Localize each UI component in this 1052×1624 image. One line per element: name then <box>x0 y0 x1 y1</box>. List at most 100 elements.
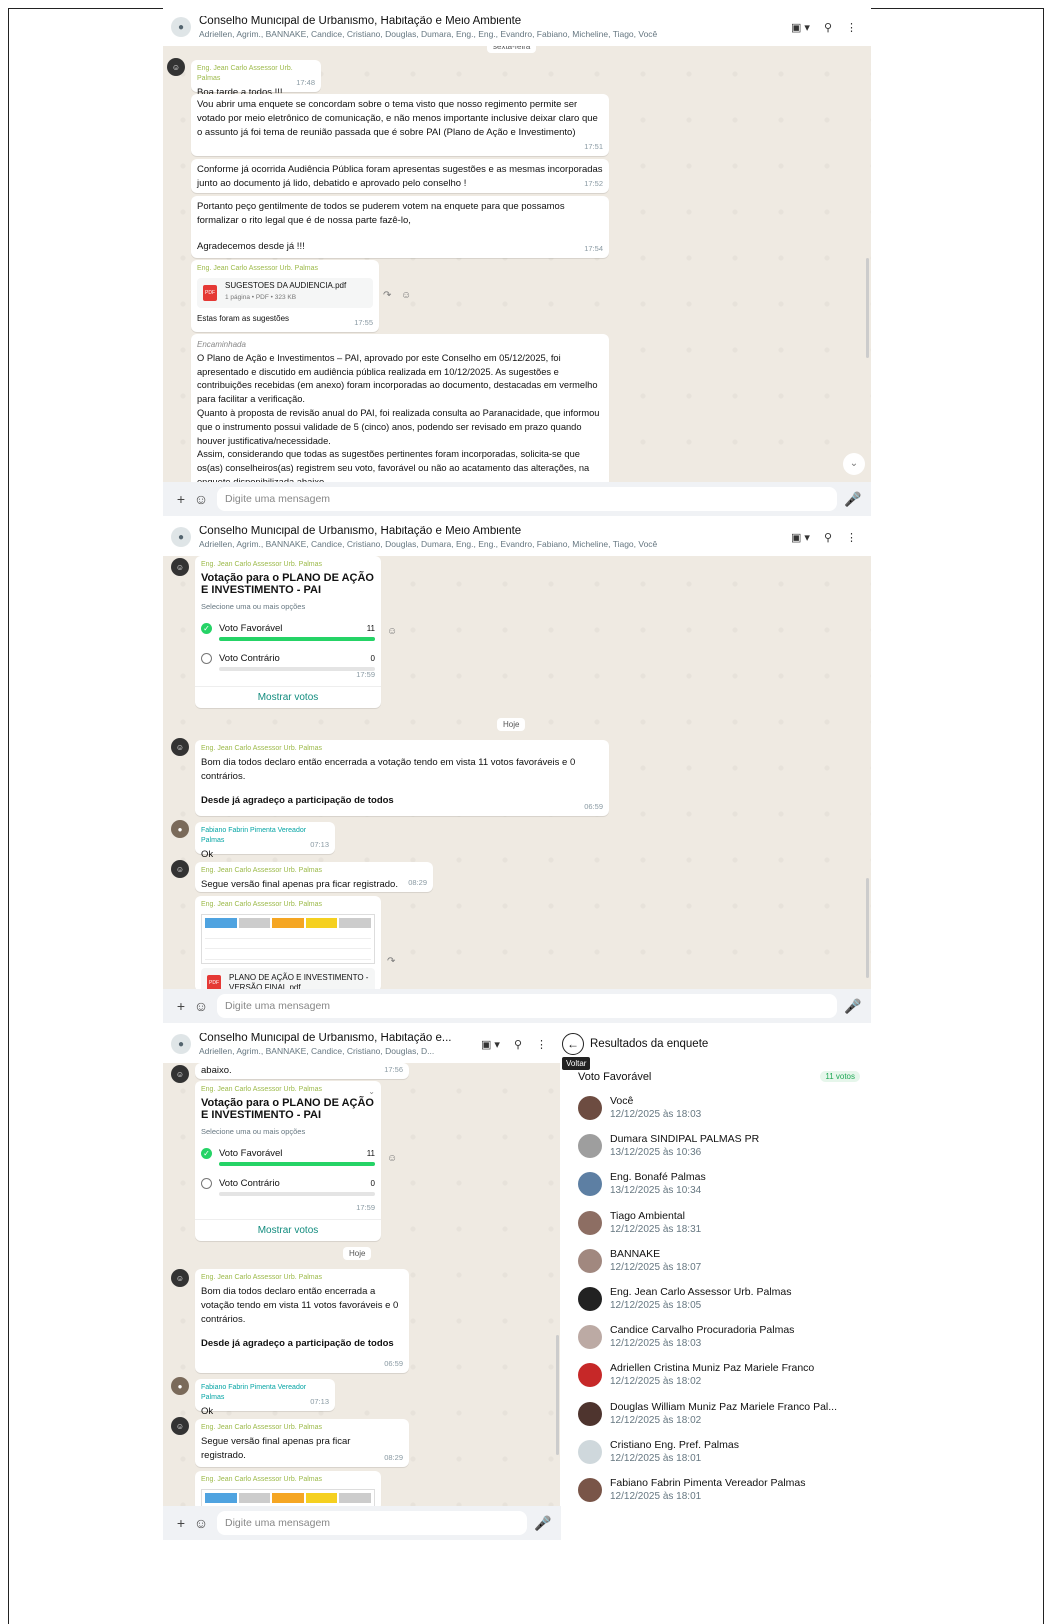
sender-avatar[interactable]: ☺ <box>171 860 189 878</box>
sender-name[interactable]: Eng. Jean Carlo Assessor Urb. Palmas <box>201 1273 403 1283</box>
sender-name[interactable]: Eng. Jean Carlo Assessor Urb. Palmas <box>197 264 373 274</box>
message-bubble[interactable]: Fabiano Fabrin Pimenta Vereador Palmas O… <box>195 822 335 860</box>
document-message[interactable]: Eng. Jean Carlo Assessor Urb. Palmas <box>195 1471 381 1511</box>
search-icon[interactable]: ⚲ <box>514 1038 522 1051</box>
poll-message[interactable]: Eng. Jean Carlo Assessor Urb. Palmas Vot… <box>195 556 381 708</box>
sender-avatar[interactable]: ● <box>171 820 189 838</box>
radio-icon[interactable] <box>201 1178 212 1189</box>
voter-row[interactable]: Fabiano Fabrin Pimenta Vereador Palmas 12… <box>578 1473 806 1507</box>
show-votes-button[interactable]: Mostrar votos <box>195 1219 381 1241</box>
emoji-icon[interactable]: ☺ <box>191 998 211 1014</box>
message-bubble[interactable]: Encaminhada O Plano de Ação e Investimen… <box>191 334 609 488</box>
voter-row[interactable]: Cristiano Eng. Pref. Palmas 12/12/2025 às… <box>578 1435 739 1469</box>
message-bubble[interactable]: Vou abrir uma enquete se concordam sobre… <box>191 94 609 156</box>
chevron-down-icon[interactable]: ⌄ <box>368 1085 375 1099</box>
chat-header[interactable]: ● Conselho Municipal de Urbanismo, Habit… <box>163 1025 561 1063</box>
scrollbar[interactable] <box>866 258 869 358</box>
document-message[interactable]: Eng. Jean Carlo Assessor Urb. Palmas PDF… <box>191 260 379 332</box>
sender-avatar[interactable]: ● <box>171 1377 189 1395</box>
voter-avatar <box>578 1478 602 1502</box>
sender-avatar[interactable]: ☺ <box>171 1269 189 1287</box>
emoji-reaction-icon[interactable]: ☺ <box>387 1153 397 1164</box>
message-bubble[interactable]: Fabiano Fabrin Pimenta Vereador Palmas O… <box>195 1379 335 1417</box>
message-bubble[interactable]: Eng. Jean Carlo Assessor Urb. Palmas Boa… <box>191 60 321 98</box>
menu-icon[interactable]: ⋮ <box>846 531 857 544</box>
sender-name[interactable]: Eng. Jean Carlo Assessor Urb. Palmas <box>201 744 603 754</box>
voter-row[interactable]: Tiago Ambiental 12/12/2025 às 18:31 <box>578 1206 701 1240</box>
microphone-icon[interactable]: 🎤 <box>533 1515 553 1532</box>
message-input[interactable]: Digite uma mensagem <box>217 1511 527 1535</box>
voter-row[interactable]: Eng. Jean Carlo Assessor Urb. Palmas 12/1… <box>578 1282 792 1316</box>
voter-row[interactable]: Eng. Bonafé Palmas 13/12/2025 às 10:34 <box>578 1167 706 1201</box>
voter-row[interactable]: BANNAKE 12/12/2025 às 18:07 <box>578 1244 701 1278</box>
emoji-icon[interactable]: ☺ <box>191 1515 211 1531</box>
poll-option-favor[interactable]: ✓ Voto Favorável 11 <box>201 622 375 652</box>
plus-icon[interactable]: + <box>171 491 191 507</box>
scroll-down-icon[interactable]: ⌄ <box>843 453 865 475</box>
sender-name[interactable]: Eng. Jean Carlo Assessor Urb. Palmas <box>201 900 375 910</box>
poll-option-against[interactable]: Voto Contrário 0 <box>201 652 375 682</box>
video-call-icon[interactable]: ▣ ▾ <box>791 531 810 544</box>
voter-name: Eng. Bonafé Palmas <box>610 1171 706 1184</box>
sender-avatar[interactable]: ☺ <box>167 58 185 76</box>
message-bubble[interactable]: Conforme já ocorrida Audiência Pública f… <box>191 159 609 193</box>
emoji-icon[interactable]: ☺ <box>191 491 211 507</box>
document-attachment[interactable]: PDF SUGESTOES DA AUDIENCIA.pdf 1 página … <box>197 278 373 308</box>
message-bubble[interactable]: Eng. Jean Carlo Assessor Urb. Palmas Seg… <box>195 862 433 892</box>
microphone-icon[interactable]: 🎤 <box>843 998 863 1015</box>
menu-icon[interactable]: ⋮ <box>536 1038 547 1051</box>
video-call-icon[interactable]: ▣ ▾ <box>791 21 810 34</box>
voter-row[interactable]: Adriellen Cristina Muniz Paz Mariele Fra… <box>578 1358 814 1392</box>
message-input[interactable]: Digite uma mensagem <box>217 994 837 1018</box>
emoji-reaction-icon[interactable]: ☺ <box>401 290 411 301</box>
forward-icon[interactable]: ↷ <box>383 290 391 301</box>
show-votes-button[interactable]: Mostrar votos <box>195 686 381 708</box>
video-call-icon[interactable]: ▣ ▾ <box>481 1038 500 1051</box>
check-icon[interactable]: ✓ <box>201 1148 212 1159</box>
message-time: 17:59 <box>356 670 375 679</box>
plus-icon[interactable]: + <box>171 1515 191 1531</box>
back-arrow-icon[interactable]: ← <box>562 1033 584 1055</box>
voter-avatar <box>578 1287 602 1311</box>
voter-row[interactable]: Candice Carvalho Procuradoria Palmas 12/1… <box>578 1320 794 1354</box>
sender-avatar[interactable]: ☺ <box>171 558 189 576</box>
microphone-icon[interactable]: 🎤 <box>843 491 863 508</box>
sender-name[interactable]: Eng. Jean Carlo Assessor Urb. Palmas <box>201 866 427 876</box>
message-bubble[interactable]: Eng. Jean Carlo Assessor Urb. Palmas Seg… <box>195 1419 409 1467</box>
sender-avatar[interactable]: ☺ <box>171 1417 189 1435</box>
search-icon[interactable]: ⚲ <box>824 21 832 34</box>
message-bubble[interactable]: Eng. Jean Carlo Assessor Urb. Palmas Bom… <box>195 1269 409 1373</box>
scrollbar[interactable] <box>556 1335 559 1455</box>
chat-header[interactable]: ● Conselho Municipal de Urbanismo, Habit… <box>163 518 871 556</box>
search-icon[interactable]: ⚲ <box>824 531 832 544</box>
poll-message[interactable]: Eng. Jean Carlo Assessor Urb. Palmas ⌄ V… <box>195 1081 381 1241</box>
message-bubble[interactable]: Portanto peço gentilmente de todos se pu… <box>191 196 609 258</box>
check-icon[interactable]: ✓ <box>201 623 212 634</box>
message-bubble[interactable]: Eng. Jean Carlo Assessor Urb. Palmas Bom… <box>195 740 609 816</box>
message-input[interactable]: Digite uma mensagem <box>217 487 837 511</box>
document-preview[interactable] <box>201 914 375 964</box>
group-avatar-icon[interactable]: ● <box>171 1034 191 1054</box>
sender-avatar[interactable]: ☺ <box>171 1065 189 1083</box>
forward-icon[interactable]: ↷ <box>387 956 395 967</box>
poll-option-against[interactable]: Voto Contrário 0 <box>201 1177 375 1207</box>
poll-option-favor[interactable]: ✓ Voto Favorável 11 <box>201 1147 375 1177</box>
scrollbar[interactable] <box>866 878 869 978</box>
voter-row[interactable]: Você 12/12/2025 às 18:03 <box>578 1091 701 1125</box>
document-message[interactable]: Eng. Jean Carlo Assessor Urb. Palmas PDF… <box>195 896 381 998</box>
voter-row[interactable]: Dumara SINDIPAL PALMAS PR 13/12/2025 às 1… <box>578 1129 759 1163</box>
sender-name[interactable]: Eng. Jean Carlo Assessor Urb. Palmas <box>201 1475 375 1485</box>
group-avatar-icon[interactable]: ● <box>171 17 191 37</box>
message-bubble[interactable]: abaixo. 17:56 <box>195 1063 409 1079</box>
radio-icon[interactable] <box>201 653 212 664</box>
sender-avatar[interactable]: ☺ <box>171 738 189 756</box>
menu-icon[interactable]: ⋮ <box>846 21 857 34</box>
sender-name[interactable]: Eng. Jean Carlo Assessor Urb. Palmas <box>201 1085 375 1095</box>
chat-header[interactable]: ● Conselho Municipal de Urbanismo, Habit… <box>163 8 871 46</box>
emoji-reaction-icon[interactable]: ☺ <box>387 626 397 637</box>
sender-name[interactable]: Eng. Jean Carlo Assessor Urb. Palmas <box>201 560 375 570</box>
sender-name[interactable]: Eng. Jean Carlo Assessor Urb. Palmas <box>201 1423 403 1433</box>
group-avatar-icon[interactable]: ● <box>171 527 191 547</box>
voter-row[interactable]: Douglas William Muniz Paz Mariele Franco… <box>578 1397 837 1431</box>
plus-icon[interactable]: + <box>171 998 191 1014</box>
